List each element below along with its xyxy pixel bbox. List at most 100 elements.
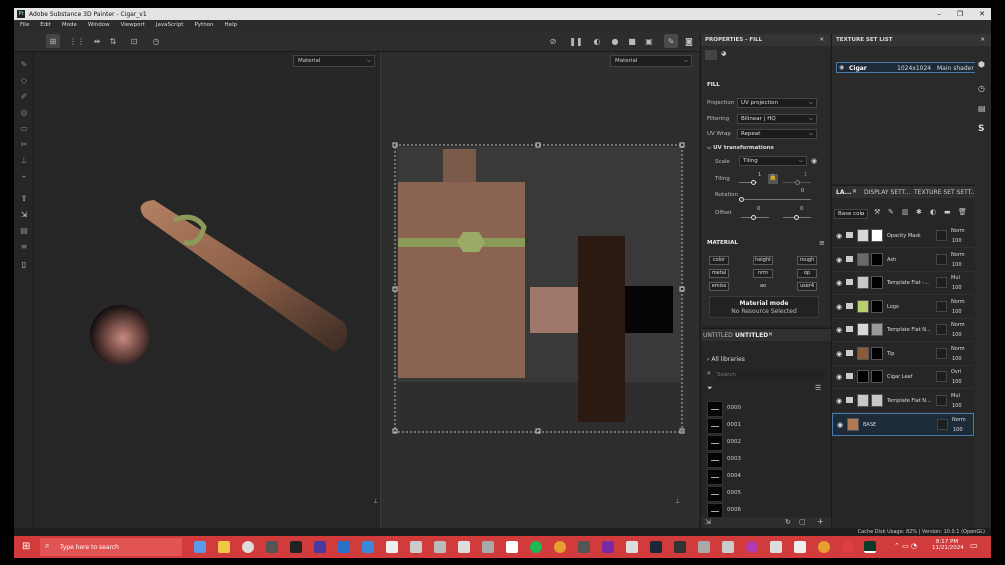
lock-icon[interactable]: 🔒 — [768, 174, 778, 184]
layer-blend-mode[interactable]: Mul — [951, 393, 960, 399]
history-icon[interactable]: ◷ — [149, 34, 163, 48]
list-item[interactable]: 0001 — [707, 418, 827, 434]
new-window-icon[interactable]: ▢ — [799, 518, 806, 526]
shelf-tab-close-icon[interactable]: ✕ — [768, 331, 773, 338]
layer-blend-mode[interactable]: Norm — [951, 346, 965, 352]
symmetry-icon[interactable]: ⇹ — [90, 34, 104, 48]
app-icon-app4[interactable] — [794, 541, 806, 553]
channel-op-button[interactable]: op — [797, 269, 817, 278]
list-item[interactable]: 0002 — [707, 435, 827, 451]
assets-icon[interactable]: ⬢ — [978, 60, 985, 69]
app-icon-shield[interactable] — [434, 541, 446, 553]
app-icon-app1[interactable] — [626, 541, 638, 553]
layer-opacity[interactable]: 100 — [952, 332, 962, 338]
projection-tool-icon[interactable]: ✐ — [18, 90, 30, 102]
layer-row[interactable]: ◉ BASE Norm 100 — [832, 413, 974, 436]
layer-checkbox[interactable] — [936, 371, 947, 382]
app-icon-app3[interactable] — [770, 541, 782, 553]
shelf-search-input[interactable] — [717, 370, 825, 380]
filtering-select[interactable]: Bilinear | HQ ⌵ — [737, 114, 817, 124]
visibility-eye-icon[interactable]: ◉ — [839, 64, 844, 71]
menu-javascript[interactable]: JavaScript — [156, 22, 184, 28]
panel-close-icon[interactable]: ✕ — [819, 34, 824, 46]
app-icon-dark[interactable] — [674, 541, 686, 553]
tab-layers[interactable]: LA... — [836, 189, 851, 196]
app-icon-cube[interactable] — [386, 541, 398, 553]
picker-tool-icon[interactable]: ⊥ — [18, 154, 30, 166]
eraser-tool-icon[interactable]: ◇ — [18, 74, 30, 86]
app-icon-explorer[interactable] — [218, 541, 230, 553]
measure-tool-icon[interactable]: ⌁ — [18, 170, 30, 182]
tsl-close-icon[interactable]: ✕ — [980, 34, 985, 46]
viewport-3d-mode-select[interactable]: Material ⌵ — [293, 55, 375, 67]
clone-tool-icon[interactable]: ✂ — [18, 138, 30, 150]
list-icon[interactable]: ≡ — [819, 239, 825, 247]
app-icon-chrome[interactable] — [554, 541, 566, 553]
app-icon-pink[interactable] — [746, 541, 758, 553]
camera-icon[interactable]: ◙ — [682, 34, 696, 48]
menu-window[interactable]: Window — [88, 22, 110, 28]
list-item[interactable]: 0005 — [707, 486, 827, 502]
layer-checkbox[interactable] — [936, 394, 947, 406]
brush-icon[interactable]: ✎ — [664, 34, 678, 48]
paint-layer-icon[interactable]: ✎ — [888, 208, 894, 216]
layer-opacity[interactable]: 100 — [952, 403, 962, 409]
layer-opacity[interactable]: 100 — [953, 427, 963, 433]
layer-row[interactable]: ◉ Ash Norm 100 — [832, 249, 974, 272]
view-list-icon[interactable]: ☰ — [815, 384, 821, 392]
layer-checkbox[interactable] — [936, 277, 947, 288]
layer-blend-mode[interactable]: Norm — [951, 252, 965, 258]
layer-row[interactable]: ◉ Logo Norm 100 — [832, 296, 974, 319]
tray-icons[interactable]: ⌃ ▭ ◔ — [894, 542, 917, 550]
list-item[interactable]: 0000 — [707, 401, 827, 417]
layer-blend-mode[interactable]: Ovrl — [951, 369, 961, 375]
minimize-button[interactable]: – — [937, 8, 941, 20]
app-icon-spotify[interactable] — [530, 541, 542, 553]
layer-row[interactable]: ◉ Template Flat -... Mul 100 — [832, 272, 974, 295]
log-panel-icon[interactable]: ▤ — [978, 104, 986, 113]
screenshot-icon[interactable]: ▣ — [642, 34, 656, 48]
smart-material-icon[interactable]: ◐ — [930, 208, 936, 216]
bake-icon[interactable]: ⇪ — [18, 192, 30, 204]
uv-transformations-toggle[interactable]: ⌵ UV transformations — [707, 145, 774, 152]
layer-opacity[interactable]: 100 — [952, 356, 962, 362]
projection-select[interactable]: UV projection ⌵ — [737, 98, 817, 108]
layer-mask-icon[interactable]: ⚒ — [874, 208, 880, 216]
layer-checkbox[interactable] — [936, 253, 947, 265]
channel-nrm-button[interactable]: nrm — [753, 269, 773, 278]
channel-emiss-button[interactable]: emiss — [709, 282, 729, 291]
paint-tool-icon[interactable]: ✎ — [18, 58, 30, 70]
grid-dotted-icon[interactable]: ⋮⋮ — [69, 34, 85, 48]
layer-blend-mode[interactable]: Norm — [951, 228, 965, 234]
add-icon[interactable]: + — [817, 517, 824, 526]
layer-visibility-eye-icon[interactable]: ◉ — [837, 421, 843, 429]
uvwrap-select[interactable]: Repeat ⌵ — [737, 129, 817, 139]
layer-visibility-eye-icon[interactable]: ◉ — [836, 303, 842, 311]
app-icon-blue[interactable] — [338, 541, 350, 553]
geometry-fill-icon[interactable]: ◎ — [18, 106, 30, 118]
app-icon-stack[interactable] — [482, 541, 494, 553]
menu-edit[interactable]: Edit — [40, 22, 51, 28]
offset-knob-2[interactable] — [794, 215, 799, 220]
properties-tab-icon[interactable] — [705, 50, 717, 60]
layer-blend-mode[interactable]: Mul — [951, 275, 960, 281]
frame-icon[interactable]: ⊡ — [127, 34, 141, 48]
app-icon-steam[interactable] — [650, 541, 662, 553]
layer-checkbox[interactable] — [936, 230, 947, 241]
app-icon-chat[interactable] — [362, 541, 374, 553]
list-item[interactable]: 0004 — [707, 469, 827, 485]
layer-checkbox[interactable] — [937, 419, 948, 430]
windows-start-icon[interactable]: ⊞ — [22, 541, 30, 552]
layer-visibility-eye-icon[interactable]: ◉ — [836, 279, 842, 287]
app-icon-xn[interactable] — [602, 541, 614, 553]
tiling-knob-1[interactable] — [751, 180, 756, 185]
layer-row[interactable]: ◉ Tip Norm 100 — [832, 343, 974, 366]
layer-blend-mode[interactable]: Norm — [952, 417, 966, 423]
viewport-3d[interactable]: ⊥ — [34, 52, 380, 528]
hide-icon[interactable]: ⊘ — [546, 34, 560, 48]
layer-visibility-eye-icon[interactable]: ◉ — [836, 326, 842, 334]
app-icon-unity[interactable] — [266, 541, 278, 553]
tiling-knob-2[interactable] — [795, 180, 800, 185]
smudge-tool-icon[interactable]: ▭ — [18, 122, 30, 134]
layer-opacity[interactable]: 100 — [952, 379, 962, 385]
